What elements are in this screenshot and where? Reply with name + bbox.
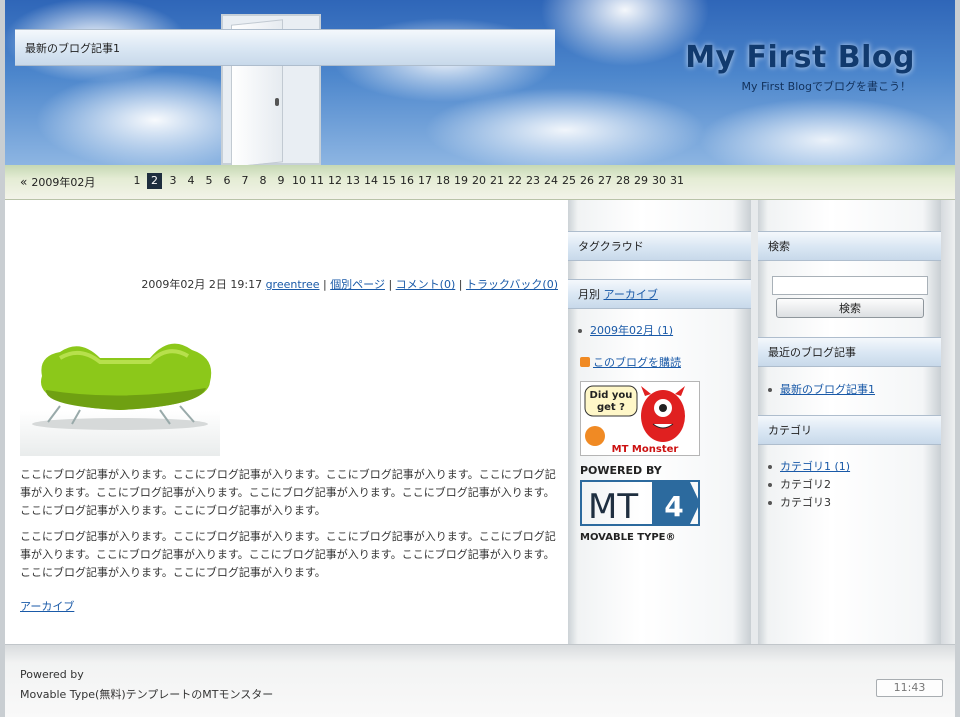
- feed-subscribe[interactable]: このブログを購読: [580, 354, 681, 370]
- search-heading: 検索: [758, 231, 941, 261]
- calendar-day[interactable]: 31: [668, 173, 686, 189]
- main-content: 2009年02月 2日 19:17 greentree | 個別ページ | コメ…: [5, 200, 568, 644]
- calendar-day[interactable]: 11: [308, 173, 326, 189]
- mt-monster-image: Did you get ? MT Monster: [584, 385, 685, 455]
- movable-type-logo: POWERED BY MT 4 MOVABLE TYPE®: [580, 464, 700, 543]
- powered-version-text: 4: [664, 490, 683, 523]
- calendar-day[interactable]: 22: [506, 173, 524, 189]
- green-sofa-image: [32, 343, 212, 430]
- tagcloud-heading: タグクラウド: [568, 231, 751, 261]
- meta-separator: |: [458, 278, 466, 291]
- meta-separator: |: [388, 278, 396, 291]
- category-link[interactable]: カテゴリ1 (1): [780, 460, 850, 473]
- calendar-day[interactable]: 9: [272, 173, 290, 189]
- monthly-archive-heading: 月別 アーカイブ: [568, 279, 751, 309]
- subscribe-link[interactable]: このブログを購読: [593, 356, 681, 369]
- calendar-day[interactable]: 30: [650, 173, 668, 189]
- comments-link[interactable]: コメント(0): [396, 278, 456, 291]
- door-knob-graphic: [275, 98, 279, 106]
- list-item: 最新のブログ記事1: [768, 382, 875, 398]
- monthly-heading-prefix: 月別: [578, 288, 604, 301]
- list-item: カテゴリ2: [768, 477, 850, 493]
- footer-powered-by: Powered by: [20, 668, 84, 681]
- calendar-day[interactable]: 4: [182, 173, 200, 189]
- column-gap: [751, 200, 758, 644]
- recent-entries-list: 最新のブログ記事1: [768, 382, 875, 400]
- double-chevron-left-icon: «: [20, 175, 28, 189]
- recent-entries-heading: 最近のブログ記事: [758, 337, 941, 367]
- entry-paragraph: ここにブログ記事が入ります。ここにブログ記事が入ります。ここにブログ記事が入りま…: [20, 468, 556, 517]
- mt-monster-badge[interactable]: Did you get ? MT Monster: [580, 381, 700, 456]
- monthly-archive-list: 2009年02月 (1): [578, 323, 673, 341]
- calendar-day[interactable]: 23: [524, 173, 542, 189]
- search-button[interactable]: 検索: [776, 298, 924, 318]
- calendar-day[interactable]: 13: [344, 173, 362, 189]
- blog-header: My First Blog My First Blogでブログを書こう！: [5, 0, 955, 165]
- list-item: カテゴリ1 (1): [768, 459, 850, 475]
- calendar-day[interactable]: 5: [200, 173, 218, 189]
- category-label: カテゴリ2: [780, 478, 831, 491]
- entry-author-link[interactable]: greentree: [266, 278, 320, 291]
- list-item: カテゴリ3: [768, 495, 850, 511]
- category-list: カテゴリ1 (1) カテゴリ2 カテゴリ3: [768, 459, 850, 513]
- previous-month-link[interactable]: «2009年02月: [20, 174, 95, 190]
- category-label: カテゴリ3: [780, 496, 831, 509]
- entry-date: 2009年02月 2日 19:17: [141, 278, 263, 291]
- calendar-day[interactable]: 24: [542, 173, 560, 189]
- badge-caption: MT Monster: [612, 444, 679, 455]
- sidebar-right-edge: [941, 200, 955, 644]
- calendar-day[interactable]: 27: [596, 173, 614, 189]
- calendar-day[interactable]: 17: [416, 173, 434, 189]
- calendar-day[interactable]: 16: [398, 173, 416, 189]
- calendar-day[interactable]: 8: [254, 173, 272, 189]
- category-heading: カテゴリ: [758, 415, 941, 445]
- calendar-day[interactable]: 1: [128, 173, 146, 189]
- footer-credit: Movable Type(無料)テンプレートのMTモンスター: [20, 688, 274, 701]
- recent-entry-link[interactable]: 最新のブログ記事1: [780, 383, 875, 396]
- blog-subtitle: My First Blogでブログを書こう！: [741, 80, 911, 93]
- search-input[interactable]: [772, 276, 928, 295]
- monthly-archive-item-link[interactable]: 2009年02月 (1): [590, 324, 673, 337]
- calendar-day[interactable]: 20: [470, 173, 488, 189]
- calendar-day[interactable]: 14: [362, 173, 380, 189]
- calendar-day[interactable]: 3: [164, 173, 182, 189]
- sofa-photo: [20, 306, 220, 456]
- clock-display: 11:43: [876, 679, 943, 697]
- calendar-day[interactable]: 12: [326, 173, 344, 189]
- calendar-day[interactable]: 15: [380, 173, 398, 189]
- calendar-day[interactable]: 19: [452, 173, 470, 189]
- powered-bottom-text: MOVABLE TYPE®: [580, 532, 676, 543]
- monthly-archive-link[interactable]: アーカイブ: [604, 288, 658, 301]
- page-right-edge: [955, 0, 960, 717]
- blog-title[interactable]: My First Blog: [685, 40, 915, 75]
- page-footer: Powered by Movable Type(無料)テンプレートのMTモンスタ…: [5, 644, 955, 717]
- entry-paragraph: ここにブログ記事が入ります。ここにブログ記事が入ります。ここにブログ記事が入りま…: [20, 530, 556, 579]
- calendar-day[interactable]: 29: [632, 173, 650, 189]
- previous-month-label: 2009年02月: [31, 176, 96, 189]
- badge-speech-line2: get ?: [597, 402, 625, 413]
- calendar-day[interactable]: 10: [290, 173, 308, 189]
- powered-top-text: POWERED BY: [580, 464, 663, 477]
- calendar-day[interactable]: 18: [434, 173, 452, 189]
- calendar-bar: «2009年02月 1 2 3 4 5 6 7 8 9 10 11 12 13 14 15 16 17 18 19 2…: [5, 165, 955, 200]
- calendar-day[interactable]: 2: [147, 173, 162, 189]
- trackbacks-link[interactable]: トラックバック(0): [466, 278, 558, 291]
- calendar-day[interactable]: 28: [614, 173, 632, 189]
- permalink-link[interactable]: 個別ページ: [330, 278, 385, 291]
- rss-feed-icon: [580, 357, 590, 367]
- entry-title[interactable]: 最新のブログ記事1: [15, 29, 555, 66]
- archive-link[interactable]: アーカイブ: [20, 598, 74, 614]
- badge-speech-line1: Did you: [590, 390, 633, 401]
- list-item: 2009年02月 (1): [578, 323, 673, 339]
- calendar-day[interactable]: 21: [488, 173, 506, 189]
- calendar-day[interactable]: 7: [236, 173, 254, 189]
- powered-by-mt-badge[interactable]: POWERED BY MT 4 MOVABLE TYPE®: [580, 462, 702, 544]
- calendar-day-list: 1 2 3 4 5 6 7 8 9 10 11 12 13 14 15 16 17 18 19 20 21 22 23 24 2…: [128, 173, 686, 189]
- powered-mark-text: MT: [588, 487, 638, 527]
- calendar-day[interactable]: 6: [218, 173, 236, 189]
- calendar-day[interactable]: 25: [560, 173, 578, 189]
- entry-meta: 2009年02月 2日 19:17 greentree | 個別ページ | コメ…: [141, 276, 558, 292]
- calendar-day[interactable]: 26: [578, 173, 596, 189]
